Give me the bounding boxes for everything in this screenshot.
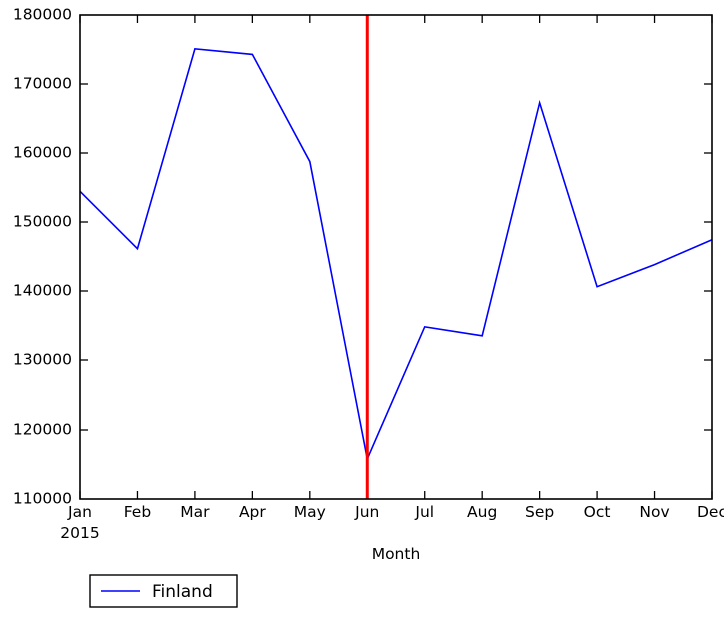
series-line-finland [79, 48, 713, 462]
x-tick-label: Dec [697, 503, 724, 521]
x-tick-label: Apr [239, 503, 266, 521]
x-tick-label: Aug [467, 503, 497, 521]
plot-frame [79, 14, 713, 500]
x-tick-label: Jul [414, 503, 434, 521]
x-axis-tickmarks [79, 15, 713, 499]
y-tick-label: 170000 [13, 75, 72, 93]
x-axis-title: Month [372, 545, 421, 563]
line-chart-canvas: 110000 120000 130000 140000 150000 16000… [13, 6, 724, 608]
x-axis-period-label: 2015 [60, 524, 99, 542]
x-tick-label: Nov [639, 503, 669, 521]
x-tick-label: Sep [525, 503, 554, 521]
x-axis-tick-labels: Jan Feb Mar Apr May Jun Jul Aug Sep Oct Nov Dec [67, 503, 724, 521]
x-tick-label: Oct [584, 503, 611, 521]
y-tick-label: 130000 [13, 351, 72, 369]
y-tick-label: 160000 [13, 144, 72, 162]
y-tick-label: 110000 [13, 490, 72, 508]
y-axis-tick-labels: 110000 120000 130000 140000 150000 16000… [13, 6, 72, 508]
y-tick-label: 150000 [13, 213, 72, 231]
x-tick-label: Jan [67, 503, 92, 521]
x-tick-label: Jun [354, 503, 379, 521]
x-tick-label: May [294, 503, 326, 521]
chart-figure: 110000 120000 130000 140000 150000 16000… [0, 0, 724, 621]
chart-legend[interactable]: Finland [89, 574, 238, 608]
x-tick-label: Feb [124, 503, 151, 521]
y-axis-tickmarks [80, 83, 712, 431]
y-tick-label: 120000 [13, 421, 72, 439]
x-tick-label: Mar [180, 503, 210, 521]
y-tick-label: 180000 [13, 6, 72, 24]
y-tick-label: 140000 [13, 282, 72, 300]
legend-label-finland: Finland [152, 582, 213, 602]
data-series-layer [79, 48, 713, 462]
